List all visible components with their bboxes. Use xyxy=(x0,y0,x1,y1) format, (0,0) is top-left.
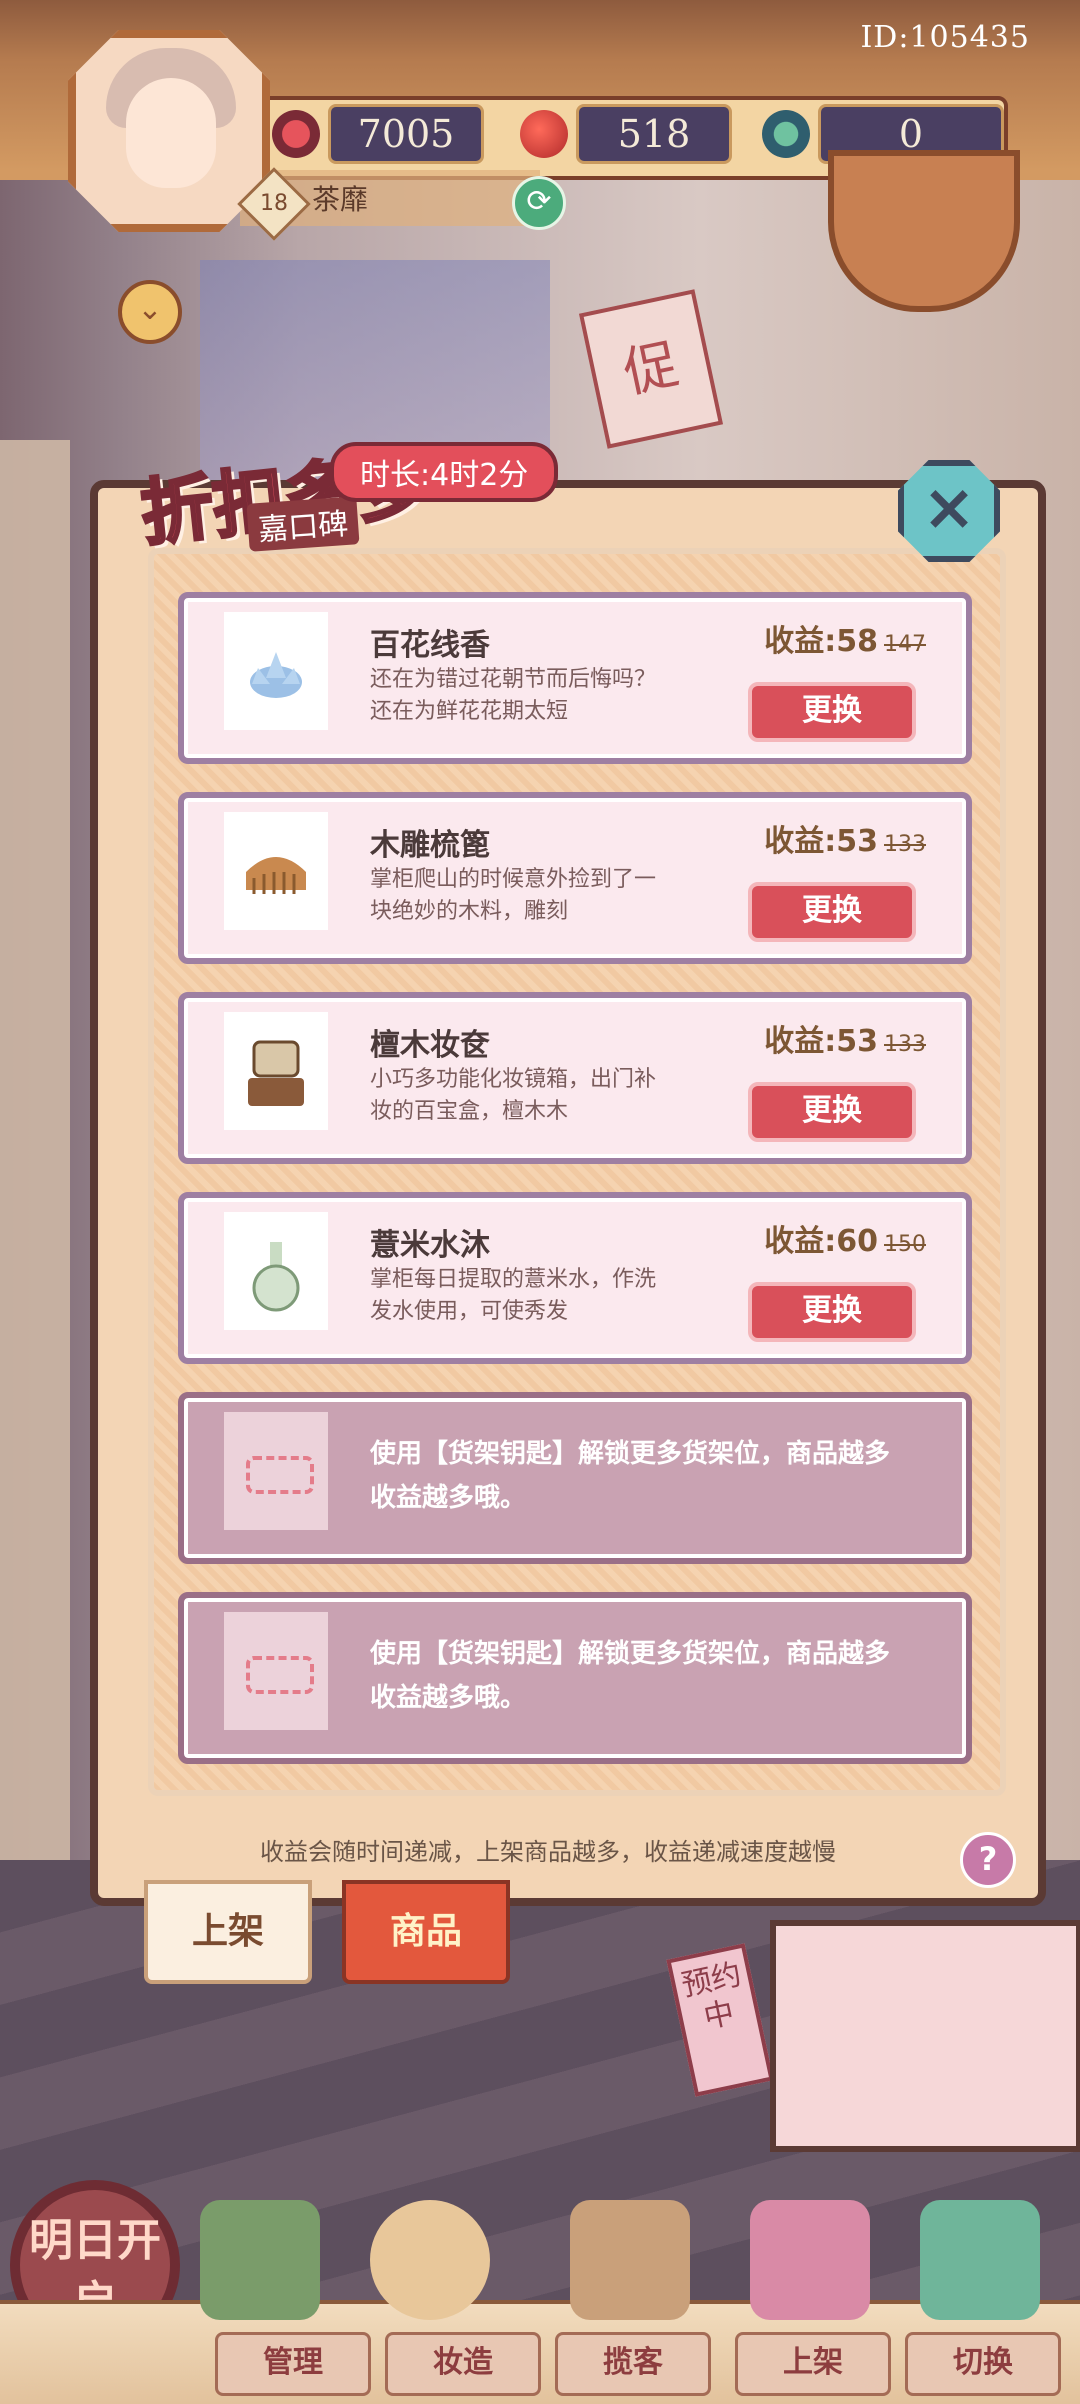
refresh-icon[interactable]: ⟳ xyxy=(512,176,566,230)
item-income: 收益:53 133 xyxy=(764,1016,926,1060)
swap-button[interactable]: 更换 xyxy=(748,1082,916,1142)
shelf-item: 薏米水沐 掌柜每日提取的薏米水，作洗发水使用，可使秀发 收益:60 150 更换 xyxy=(178,1192,972,1364)
income-current: 收益:60 xyxy=(764,1224,878,1259)
income-current: 收益:53 xyxy=(764,1024,878,1059)
duration-timer: 时长:4时2分 xyxy=(330,442,559,502)
income-original: 133 xyxy=(884,832,926,857)
shelf-item: 百花线香 还在为错过花朝节而后悔吗？还在为鲜花花期太短 收益:58 147 更换 xyxy=(178,592,972,764)
makeup-icon[interactable] xyxy=(370,2200,490,2320)
resource-apple[interactable]: 518 xyxy=(520,104,732,164)
signpost-icon[interactable] xyxy=(570,2200,690,2320)
item-description: 还在为错过花朝节而后悔吗？还在为鲜花花期太短 xyxy=(370,667,657,724)
item-income: 收益:53 133 xyxy=(764,816,926,860)
chevron-down-icon[interactable]: ⌄ xyxy=(118,280,182,344)
item-name: 薏米水沐 xyxy=(370,1228,490,1263)
shop-icon[interactable] xyxy=(200,2200,320,2320)
item-name: 木雕梳篦 xyxy=(370,828,490,863)
wall-post xyxy=(0,440,70,1870)
income-current: 收益:53 xyxy=(764,824,878,859)
shelf-icon[interactable] xyxy=(750,2200,870,2320)
item-name: 百花线香 xyxy=(370,628,490,663)
pet-portrait[interactable] xyxy=(828,150,1020,312)
jade-icon xyxy=(762,110,810,158)
shelf-key-icon xyxy=(224,1412,328,1530)
locked-shelf-slot[interactable]: 使用【货架钥匙】解锁更多货架位，商品越多收益越多哦。 xyxy=(178,1592,972,1764)
item-income: 收益:58 147 xyxy=(764,616,926,660)
unlock-hint: 使用【货架钥匙】解锁更多货架位，商品越多收益越多哦。 xyxy=(370,1639,891,1713)
level-number: 18 xyxy=(260,191,288,216)
username: 茶靡 xyxy=(312,183,369,216)
tab-goods[interactable]: 商品 xyxy=(342,1880,510,1984)
switch-icon[interactable] xyxy=(920,2200,1040,2320)
nav-switch[interactable]: 切换 xyxy=(905,2332,1061,2396)
heart-icon xyxy=(272,110,320,158)
item-description: 掌柜每日提取的薏米水，作洗发水使用，可使秀发 xyxy=(370,1267,657,1324)
income-original: 150 xyxy=(884,1232,926,1257)
apple-icon xyxy=(520,110,568,158)
shelf-item: 木雕梳篦 掌柜爬山的时候意外捡到了一块绝妙的木料，雕刻 收益:53 133 更换 xyxy=(178,792,972,964)
nav-makeup[interactable]: 妆造 xyxy=(385,2332,541,2396)
key-glyph xyxy=(246,1456,314,1494)
income-current: 收益:58 xyxy=(764,624,878,659)
help-icon[interactable]: ? xyxy=(960,1832,1016,1888)
income-original: 147 xyxy=(884,632,926,657)
nav-attract[interactable]: 揽客 xyxy=(555,2332,711,2396)
shelf-item: 檀木妆奁 小巧多功能化妆镜箱，出门补妆的百宝盒，檀木木 收益:53 133 更换 xyxy=(178,992,972,1164)
item-name: 檀木妆奁 xyxy=(370,1028,490,1063)
user-id: ID:105435 xyxy=(860,20,1030,55)
lotus-incense-icon xyxy=(224,612,328,730)
folding-screen xyxy=(770,1920,1080,2152)
swap-button[interactable]: 更换 xyxy=(748,1282,916,1342)
swap-button[interactable]: 更换 xyxy=(748,682,916,742)
item-description: 小巧多功能化妆镜箱，出门补妆的百宝盒，檀木木 xyxy=(370,1067,657,1124)
income-original: 133 xyxy=(884,1032,926,1057)
item-income: 收益:60 150 xyxy=(764,1216,926,1260)
nav-manage[interactable]: 管理 xyxy=(215,2332,371,2396)
vanity-box-icon xyxy=(224,1012,328,1130)
nav-listing[interactable]: 上架 xyxy=(735,2332,891,2396)
vase-icon xyxy=(224,1212,328,1330)
resource-heart[interactable]: 7005 xyxy=(272,104,484,164)
resource-value: 7005 xyxy=(328,104,484,164)
income-tip: 收益会随时间递减，上架商品越多，收益递减速度越慢 xyxy=(260,1838,836,1866)
resource-value: 518 xyxy=(576,104,732,164)
key-glyph xyxy=(246,1656,314,1694)
locked-shelf-slot[interactable]: 使用【货架钥匙】解锁更多货架位，商品越多收益越多哦。 xyxy=(178,1392,972,1564)
unlock-hint: 使用【货架钥匙】解锁更多货架位，商品越多收益越多哦。 xyxy=(370,1439,891,1513)
comb-icon xyxy=(224,812,328,930)
avatar-face xyxy=(126,78,216,188)
item-description: 掌柜爬山的时候意外捡到了一块绝妙的木料，雕刻 xyxy=(370,867,657,924)
tab-listed[interactable]: 上架 xyxy=(144,1880,312,1984)
swap-button[interactable]: 更换 xyxy=(748,882,916,942)
panel-subtitle: 嘉口碑 xyxy=(246,496,360,552)
shelf-key-icon xyxy=(224,1612,328,1730)
